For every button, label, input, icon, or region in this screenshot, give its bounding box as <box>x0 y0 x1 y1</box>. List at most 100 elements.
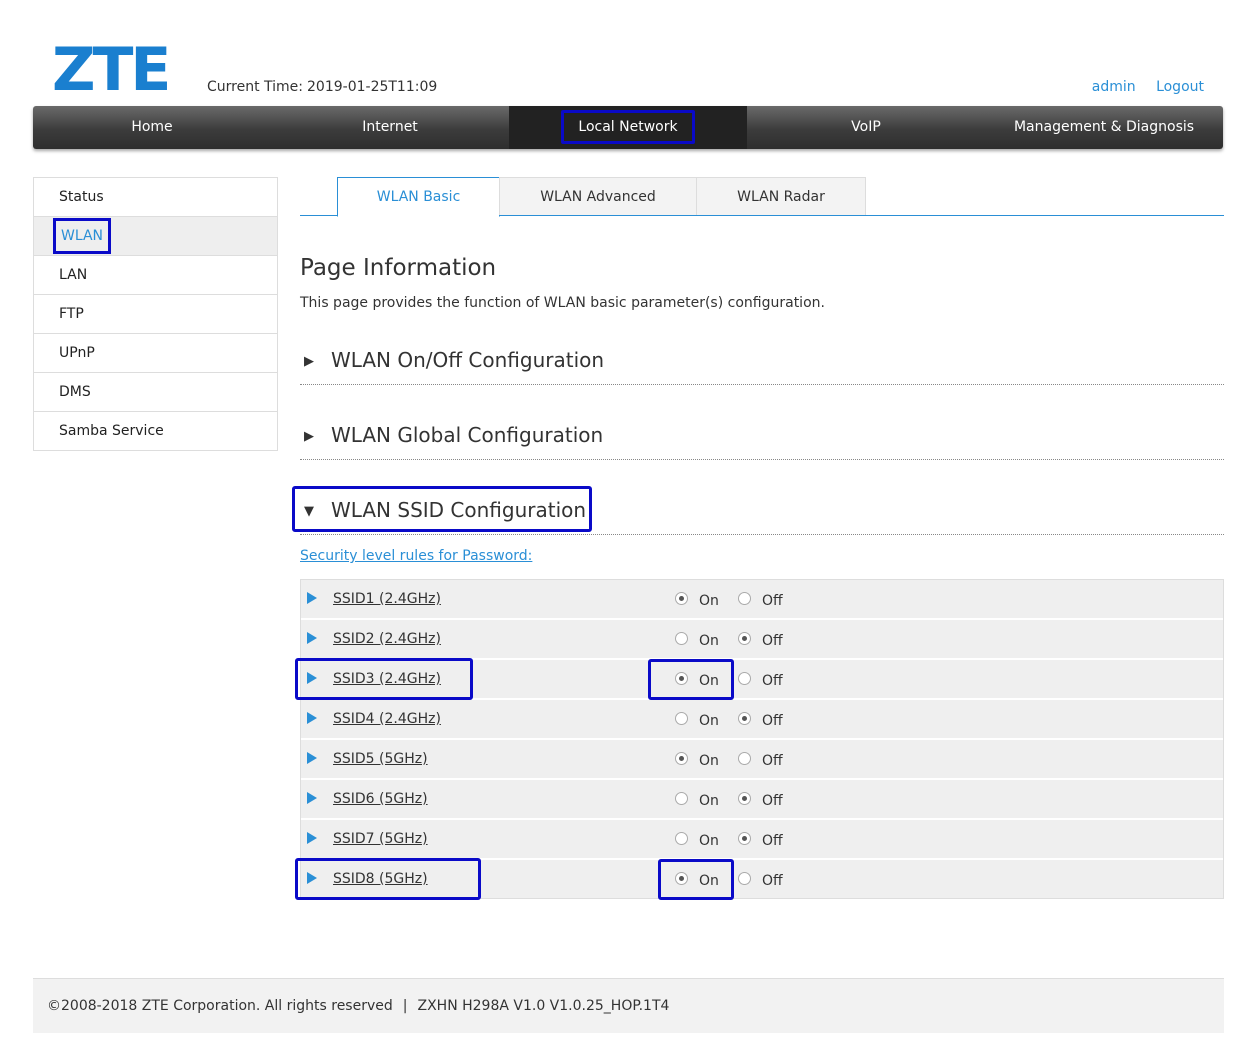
highlight-box <box>648 659 734 700</box>
highlight-box <box>658 859 734 900</box>
radio-off-label: Off <box>762 633 783 649</box>
footer-text: ©2008-2018 ZTE Corporation. All rights r… <box>47 998 669 1014</box>
tab-wlan-basic[interactable]: WLAN Basic <box>337 177 500 217</box>
expand-triangle-icon[interactable] <box>307 632 317 644</box>
sidebar-item-lan[interactable]: LAN <box>34 256 277 295</box>
radio-off[interactable] <box>738 792 751 805</box>
radio-off-label: Off <box>762 793 783 809</box>
ssid-name-link[interactable]: SSID4 (2.4GHz) <box>333 711 441 727</box>
radio-on-label: On <box>699 593 719 609</box>
radio-off[interactable] <box>738 672 751 685</box>
ssid-name-link[interactable]: SSID3 (2.4GHz) <box>333 671 441 687</box>
nav-local-network[interactable]: Local Network <box>509 106 747 149</box>
radio-off-label: Off <box>762 713 783 729</box>
tab-bar: WLAN Basic WLAN Advanced WLAN Radar <box>300 177 1224 217</box>
section-label: WLAN Global Configuration <box>331 423 604 447</box>
nav-local-network-label: Local Network <box>561 110 695 144</box>
user-links: admin Logout <box>1076 79 1204 95</box>
section-wlan-onoff[interactable]: ▶ WLAN On/Off Configuration <box>300 340 1224 385</box>
radio-off-label: Off <box>762 593 783 609</box>
expand-triangle-icon[interactable] <box>307 672 317 684</box>
nav-home-label: Home <box>131 119 173 135</box>
radio-on-label: On <box>699 833 719 849</box>
radio-on[interactable] <box>675 672 688 685</box>
radio-off-label: Off <box>762 673 783 689</box>
page-title: Page Information <box>300 255 497 281</box>
tab-wlan-radar[interactable]: WLAN Radar <box>696 177 866 215</box>
radio-off[interactable] <box>738 752 751 765</box>
ssid-name-link[interactable]: SSID5 (5GHz) <box>333 751 428 767</box>
radio-on[interactable] <box>675 712 688 725</box>
radio-off[interactable] <box>738 872 751 885</box>
ssid-name-link[interactable]: SSID2 (2.4GHz) <box>333 631 441 647</box>
radio-on[interactable] <box>675 592 688 605</box>
collapse-arrow-icon: ▼ <box>304 504 314 519</box>
copyright-text: ©2008-2018 ZTE Corporation. All rights r… <box>47 998 393 1014</box>
sidebar-item-label: FTP <box>59 306 84 322</box>
radio-on-label: On <box>699 753 719 769</box>
sidebar-item-dms[interactable]: DMS <box>34 373 277 412</box>
radio-on[interactable] <box>675 752 688 765</box>
security-level-rules-link[interactable]: Security level rules for Password: <box>300 548 532 564</box>
nav-home[interactable]: Home <box>33 106 271 149</box>
radio-off-label: Off <box>762 753 783 769</box>
radio-on[interactable] <box>675 792 688 805</box>
expand-arrow-icon: ▶ <box>304 354 314 369</box>
ssid-name-link[interactable]: SSID6 (5GHz) <box>333 791 428 807</box>
expand-triangle-icon[interactable] <box>307 872 317 884</box>
radio-off[interactable] <box>738 832 751 845</box>
ssid-row: SSID2 (2.4GHz) On Off <box>301 620 1223 660</box>
radio-on[interactable] <box>675 872 688 885</box>
page-description: This page provides the function of WLAN … <box>300 295 825 311</box>
expand-triangle-icon[interactable] <box>307 792 317 804</box>
radio-off[interactable] <box>738 592 751 605</box>
tab-wlan-advanced[interactable]: WLAN Advanced <box>499 177 697 215</box>
sidebar-item-label: Status <box>59 189 104 205</box>
radio-on-label: On <box>699 713 719 729</box>
footer-separator: | <box>402 998 408 1014</box>
admin-link[interactable]: admin <box>1092 79 1136 95</box>
nav-internet-label: Internet <box>362 119 418 135</box>
sidebar-item-wlan[interactable]: WLAN <box>34 217 277 256</box>
logout-link[interactable]: Logout <box>1156 79 1204 95</box>
footer: ©2008-2018 ZTE Corporation. All rights r… <box>33 978 1224 1033</box>
nav-management-diagnosis[interactable]: Management & Diagnosis <box>985 106 1223 149</box>
expand-triangle-icon[interactable] <box>307 752 317 764</box>
sidebar-item-ftp[interactable]: FTP <box>34 295 277 334</box>
ssid-row: SSID3 (2.4GHz) On Off <box>295 658 1223 700</box>
nav-voip[interactable]: VoIP <box>747 106 985 149</box>
expand-triangle-icon[interactable] <box>307 712 317 724</box>
section-wlan-ssid[interactable]: ▼ WLAN SSID Configuration <box>292 486 1224 535</box>
radio-off[interactable] <box>738 632 751 645</box>
radio-off-label: Off <box>762 833 783 849</box>
top-navigation: Home Internet Local Network VoIP Managem… <box>33 106 1223 149</box>
sidebar-item-samba-service[interactable]: Samba Service <box>34 412 277 451</box>
ssid-table: SSID1 (2.4GHz) On Off SSID2 (2.4GHz) On … <box>295 579 1224 900</box>
radio-on-label: On <box>699 633 719 649</box>
radio-off[interactable] <box>738 712 751 725</box>
ssid-row: SSID5 (5GHz) On Off <box>301 740 1223 780</box>
expand-triangle-icon[interactable] <box>307 832 317 844</box>
ssid-name-link[interactable]: SSID7 (5GHz) <box>333 831 428 847</box>
section-wlan-global[interactable]: ▶ WLAN Global Configuration <box>300 415 1224 460</box>
sidebar-item-upnp[interactable]: UPnP <box>34 334 277 373</box>
nav-voip-label: VoIP <box>851 119 881 135</box>
firmware-version: ZXHN H298A V1.0 V1.0.25_HOP.1T4 <box>417 998 670 1014</box>
ssid-name-link[interactable]: SSID1 (2.4GHz) <box>333 591 441 607</box>
radio-on[interactable] <box>675 632 688 645</box>
ssid-row: SSID1 (2.4GHz) On Off <box>301 580 1223 620</box>
radio-on[interactable] <box>675 832 688 845</box>
ssid-row: SSID8 (5GHz) On Off <box>295 858 1223 900</box>
sidebar-item-label: Samba Service <box>59 423 164 439</box>
expand-triangle-icon[interactable] <box>307 592 317 604</box>
nav-internet[interactable]: Internet <box>271 106 509 149</box>
zte-logo: ZTE <box>52 35 171 105</box>
expand-arrow-icon: ▶ <box>304 429 314 444</box>
section-label: WLAN On/Off Configuration <box>331 348 605 372</box>
sidebar-item-status[interactable]: Status <box>34 178 277 217</box>
ssid-name-link[interactable]: SSID8 (5GHz) <box>333 871 428 887</box>
sidebar-item-label: LAN <box>59 267 88 283</box>
radio-on-label: On <box>699 873 719 889</box>
sidebar-item-label: WLAN <box>52 218 112 254</box>
sidebar-item-label: UPnP <box>59 345 95 361</box>
